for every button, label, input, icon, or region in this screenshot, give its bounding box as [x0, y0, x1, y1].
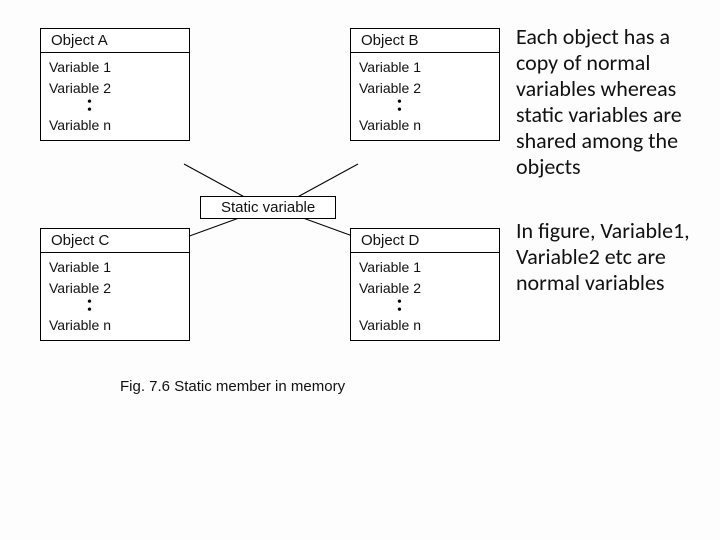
- object-d-body: Variable 1 Variable 2 •• Variable n: [351, 253, 499, 340]
- object-b-var1: Variable 1: [359, 57, 495, 78]
- static-variable-box: Static variable: [200, 196, 336, 219]
- object-b-box: Object B Variable 1 Variable 2 •• Variab…: [350, 28, 500, 141]
- object-c-body: Variable 1 Variable 2 •• Variable n: [41, 253, 189, 340]
- object-a-var2: Variable 2: [49, 78, 185, 99]
- object-b-body: Variable 1 Variable 2 •• Variable n: [351, 53, 499, 140]
- figure-caption: Fig. 7.6 Static member in memory: [120, 378, 345, 395]
- paragraph-2: In figure, Variable1, Variable2 etc are …: [516, 218, 706, 296]
- object-b-var2: Variable 2: [359, 78, 495, 99]
- object-a-box: Object A Variable 1 Variable 2 •• Variab…: [40, 28, 190, 141]
- object-a-var1: Variable 1: [49, 57, 185, 78]
- object-d-var1: Variable 1: [359, 257, 495, 278]
- explanation-text: Each object has a copy of normal variabl…: [516, 24, 706, 334]
- paragraph-1: Each object has a copy of normal variabl…: [516, 24, 706, 180]
- object-a-varn: Variable n: [49, 115, 185, 136]
- object-c-title: Object C: [41, 229, 189, 253]
- ellipsis-icon: ••: [359, 99, 495, 115]
- object-a-title: Object A: [41, 29, 189, 53]
- object-c-box: Object C Variable 1 Variable 2 •• Variab…: [40, 228, 190, 341]
- object-d-var2: Variable 2: [359, 278, 495, 299]
- object-c-var1: Variable 1: [49, 257, 185, 278]
- object-a-body: Variable 1 Variable 2 •• Variable n: [41, 53, 189, 140]
- object-d-box: Object D Variable 1 Variable 2 •• Variab…: [350, 228, 500, 341]
- ellipsis-icon: ••: [49, 299, 185, 315]
- object-d-varn: Variable n: [359, 315, 495, 336]
- object-b-varn: Variable n: [359, 115, 495, 136]
- static-member-diagram: Object A Variable 1 Variable 2 •• Variab…: [40, 28, 500, 428]
- ellipsis-icon: ••: [49, 99, 185, 115]
- object-b-title: Object B: [351, 29, 499, 53]
- object-c-varn: Variable n: [49, 315, 185, 336]
- ellipsis-icon: ••: [359, 299, 495, 315]
- object-d-title: Object D: [351, 229, 499, 253]
- object-c-var2: Variable 2: [49, 278, 185, 299]
